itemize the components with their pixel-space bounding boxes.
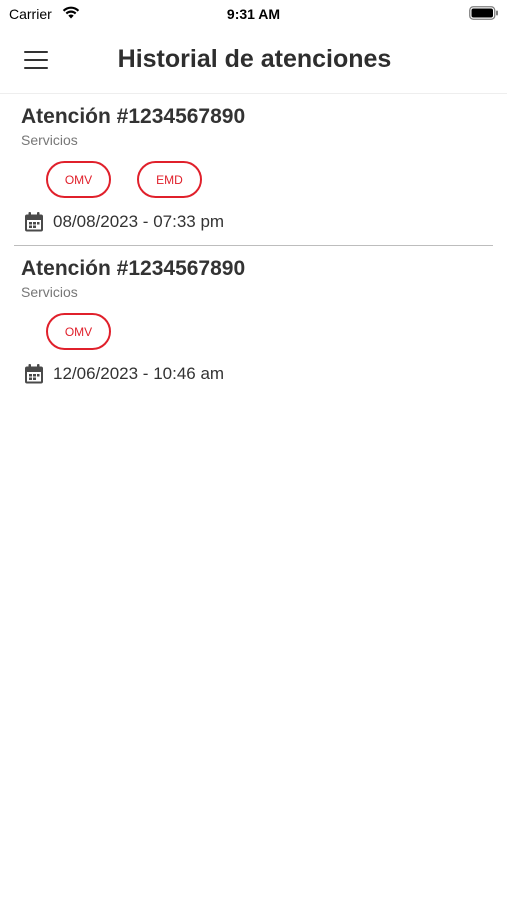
- status-bar: Carrier 9:31 AM: [0, 0, 507, 28]
- date-row: 12/06/2023 - 10:46 am: [21, 359, 486, 389]
- attention-subtitle: Servicios: [21, 132, 78, 148]
- service-tags: OMV EMD: [46, 161, 486, 199]
- attention-subtitle: Servicios: [21, 284, 78, 300]
- app-screen: Carrier 9:31 AM Historial de atenciones …: [0, 0, 507, 900]
- attention-list: Atención #1234567890 Servicios OMV EMD 0…: [0, 94, 507, 397]
- page-title: Historial de atenciones: [117, 45, 392, 73]
- status-time: 9:31 AM: [226, 6, 281, 22]
- attention-date: 12/06/2023 - 10:46 am: [53, 364, 225, 383]
- calendar-icon: [25, 212, 43, 232]
- service-tags: OMV: [46, 313, 486, 351]
- attention-date: 08/08/2023 - 07:33 pm: [53, 212, 225, 231]
- app-header: Historial de atenciones: [0, 28, 507, 94]
- date-row: 08/08/2023 - 07:33 pm: [21, 207, 486, 237]
- service-tag-omv[interactable]: OMV: [46, 161, 111, 198]
- attention-title: Atención #1234567890: [21, 257, 246, 280]
- service-tag-omv[interactable]: OMV: [46, 313, 111, 350]
- attention-card[interactable]: Atención #1234567890 Servicios OMV EMD 0…: [14, 94, 493, 246]
- attention-title: Atención #1234567890: [21, 105, 246, 128]
- battery-icon: [469, 6, 498, 20]
- service-tag-emd[interactable]: EMD: [137, 161, 202, 198]
- attention-card[interactable]: Atención #1234567890 Servicios OMV 12/06: [14, 246, 493, 397]
- calendar-icon: [25, 364, 43, 384]
